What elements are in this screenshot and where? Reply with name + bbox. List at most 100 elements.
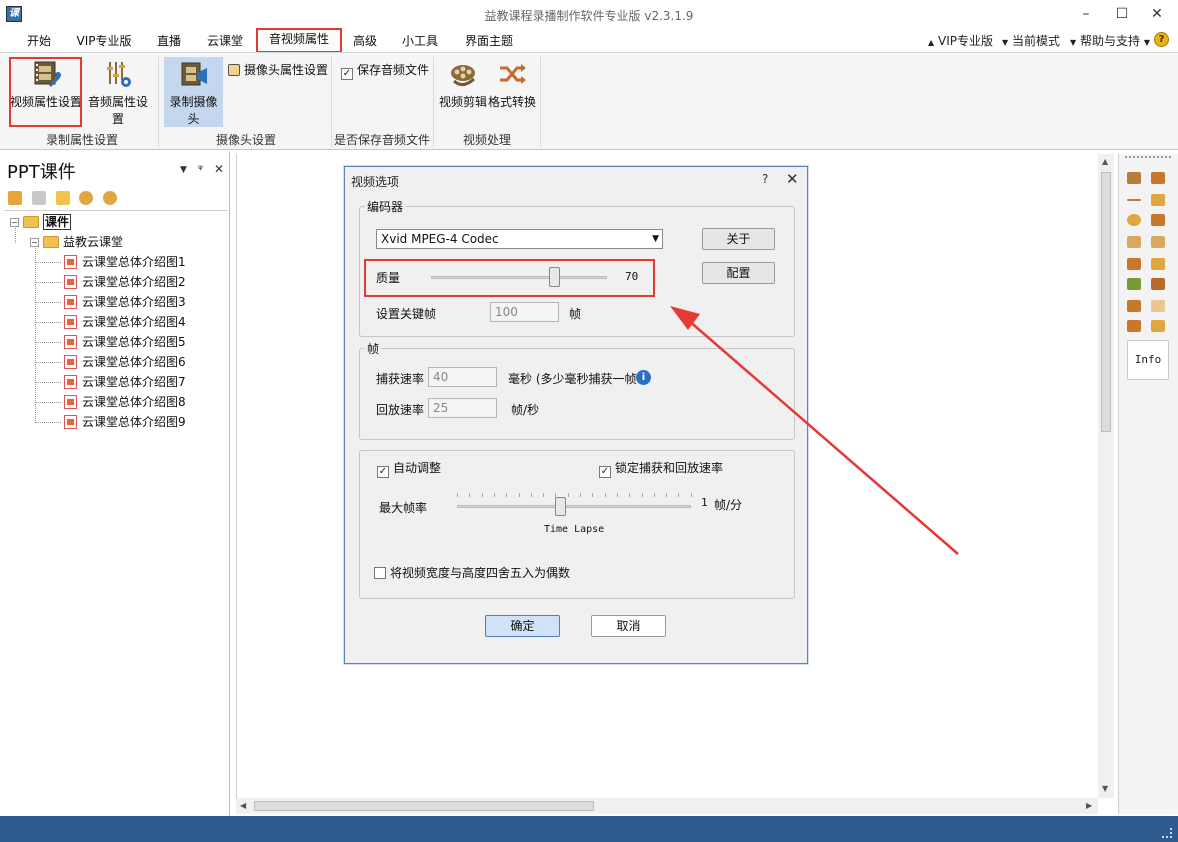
vertical-scroll-thumb[interactable]: [1101, 172, 1111, 432]
maximize-button[interactable]: ☐: [1107, 4, 1137, 24]
collapse-icon[interactable]: −: [30, 238, 39, 247]
undo-icon[interactable]: [1127, 300, 1141, 312]
keyframe-input[interactable]: 100: [490, 302, 559, 322]
menu-cloud-class[interactable]: 云课堂: [202, 31, 248, 51]
slider-tick: [641, 493, 643, 497]
configure-button[interactable]: 配置: [702, 262, 775, 284]
max-rate-slider-thumb[interactable]: [555, 497, 566, 516]
ruler-icon[interactable]: [1151, 320, 1165, 332]
menu-theme[interactable]: 界面主题: [460, 31, 518, 51]
fill-icon[interactable]: [1151, 214, 1165, 226]
menu-right-help[interactable]: ▼ 帮助与支持 ▼: [1070, 32, 1150, 49]
redo-icon[interactable]: [1151, 300, 1165, 312]
horizontal-scrollbar[interactable]: ◀ ▶: [236, 798, 1098, 814]
curve-icon[interactable]: [1151, 236, 1165, 248]
scroll-right-icon[interactable]: ▶: [1086, 801, 1092, 810]
pin-icon[interactable]: ᵠ: [198, 162, 203, 176]
slider-tick: [481, 493, 483, 497]
horizontal-scroll-thumb[interactable]: [254, 801, 594, 811]
slider-tick: [543, 493, 545, 497]
info-button[interactable]: Info: [1127, 340, 1169, 380]
resize-grip-icon[interactable]: [1162, 828, 1172, 838]
scroll-left-icon[interactable]: ◀: [240, 801, 246, 810]
dialog-help-button[interactable]: ?: [762, 172, 768, 186]
scroll-down-icon[interactable]: ▼: [1102, 784, 1108, 793]
folder-open-icon: [23, 216, 39, 228]
refresh-icon[interactable]: [103, 190, 118, 205]
record-camera-button[interactable]: 录制摄像头: [164, 57, 223, 127]
tree-item[interactable]: 云课堂总体介绍图9: [64, 413, 186, 431]
group-label-save-audio: 是否保存音频文件: [334, 133, 431, 147]
vertical-scrollbar[interactable]: ▲ ▼: [1098, 154, 1114, 798]
menu-advanced[interactable]: 高级: [348, 31, 382, 51]
tree-item[interactable]: 云课堂总体介绍图1: [64, 253, 186, 271]
title-bar: 课 益教课程录播制作软件专业版 v2.3.1.9 – ☐ ✕: [0, 0, 1178, 28]
add-folder-icon[interactable]: [55, 190, 70, 205]
playback-rate-input[interactable]: 25: [428, 398, 497, 418]
angle-icon[interactable]: [1127, 236, 1141, 248]
rectangle-icon[interactable]: [1151, 194, 1165, 206]
collapse-icon[interactable]: −: [10, 218, 19, 227]
lock-rate-checkbox[interactable]: ✓ 锁定捕获和回放速率: [599, 459, 723, 478]
audio-properties-label: 音频属性设置: [87, 95, 148, 126]
tree-item-label: 云课堂总体介绍图9: [82, 415, 186, 429]
tree-root[interactable]: − 课件: [10, 213, 72, 231]
tree-item[interactable]: 云课堂总体介绍图7: [64, 373, 186, 391]
menu-vip[interactable]: VIP专业版: [72, 31, 136, 51]
group-label-record: 录制属性设置: [45, 133, 118, 147]
cancel-button[interactable]: 取消: [591, 615, 666, 637]
format-convert-button[interactable]: 格式转换: [488, 59, 536, 110]
dialog-close-button[interactable]: ✕: [786, 170, 799, 188]
panel-title: PPT课件: [7, 162, 76, 183]
menu-right-vip-label: VIP专业版: [937, 34, 993, 48]
camera-properties-button[interactable]: 摄像头属性设置: [228, 61, 328, 78]
round-even-checkbox[interactable]: 将视频宽度与高度四舍五入为偶数: [374, 564, 570, 581]
tree-item[interactable]: 云课堂总体介绍图3: [64, 293, 186, 311]
line-icon[interactable]: [1127, 199, 1141, 201]
tree-item-label: 云课堂总体介绍图2: [82, 275, 186, 289]
tree-item[interactable]: 云课堂总体介绍图5: [64, 333, 186, 351]
save-audio-checkbox[interactable]: ✓ 保存音频文件: [341, 61, 429, 80]
brush-icon[interactable]: [1151, 172, 1165, 184]
ppt-file-icon: [64, 315, 77, 329]
delete-icon[interactable]: [1151, 278, 1165, 290]
layers-icon[interactable]: [1127, 320, 1141, 332]
capture-rate-input[interactable]: 40: [428, 367, 497, 387]
ellipse-icon[interactable]: [1127, 214, 1141, 226]
menu-right-vip[interactable]: ▲ VIP专业版: [928, 32, 993, 49]
tree-item-label: 云课堂总体介绍图1: [82, 255, 186, 269]
audio-properties-button[interactable]: 音频属性设置: [84, 59, 152, 127]
codec-select[interactable]: Xvid MPEG-4 Codec ▼: [376, 229, 663, 249]
info-icon[interactable]: i: [636, 370, 651, 385]
tree-item[interactable]: 云课堂总体介绍图8: [64, 393, 186, 411]
menu-tools[interactable]: 小工具: [398, 31, 442, 51]
ok-button[interactable]: 确定: [485, 615, 560, 637]
scroll-up-icon[interactable]: ▲: [1102, 157, 1108, 166]
minimize-button[interactable]: –: [1071, 4, 1101, 24]
pen-icon[interactable]: [1127, 172, 1141, 184]
max-rate-slider-track[interactable]: [457, 505, 691, 508]
tree-item[interactable]: 云课堂总体介绍图4: [64, 313, 186, 331]
auto-adjust-checkbox[interactable]: ✓ 自动调整: [377, 459, 441, 478]
panel-dropdown-icon[interactable]: ▼: [180, 165, 187, 175]
panel-close-icon[interactable]: ✕: [214, 162, 224, 176]
video-edit-button[interactable]: 视频剪辑: [438, 59, 488, 110]
info-icon[interactable]: [79, 190, 94, 205]
import-icon[interactable]: [1127, 278, 1141, 290]
slider-tick: [629, 493, 631, 497]
menu-right-mode[interactable]: ▼ 当前模式: [1002, 32, 1060, 49]
about-button[interactable]: 关于: [702, 228, 775, 250]
tree-folder[interactable]: − 益教云课堂: [30, 233, 123, 251]
menu-av-properties[interactable]: 音视频属性: [256, 28, 342, 53]
menu-live[interactable]: 直播: [150, 31, 188, 51]
pointer-icon[interactable]: [1151, 258, 1165, 270]
tree-item[interactable]: 云课堂总体介绍图6: [64, 353, 186, 371]
video-edit-label: 视频剪辑: [438, 95, 487, 109]
tree-item[interactable]: 云课堂总体介绍图2: [64, 273, 186, 291]
close-window-button[interactable]: ✕: [1142, 4, 1172, 24]
help-icon[interactable]: ?: [1154, 32, 1169, 47]
add-ppt-icon[interactable]: [8, 190, 22, 205]
menu-start[interactable]: 开始: [18, 31, 60, 51]
remove-ppt-icon[interactable]: [31, 190, 46, 205]
eraser-icon[interactable]: [1127, 258, 1141, 270]
